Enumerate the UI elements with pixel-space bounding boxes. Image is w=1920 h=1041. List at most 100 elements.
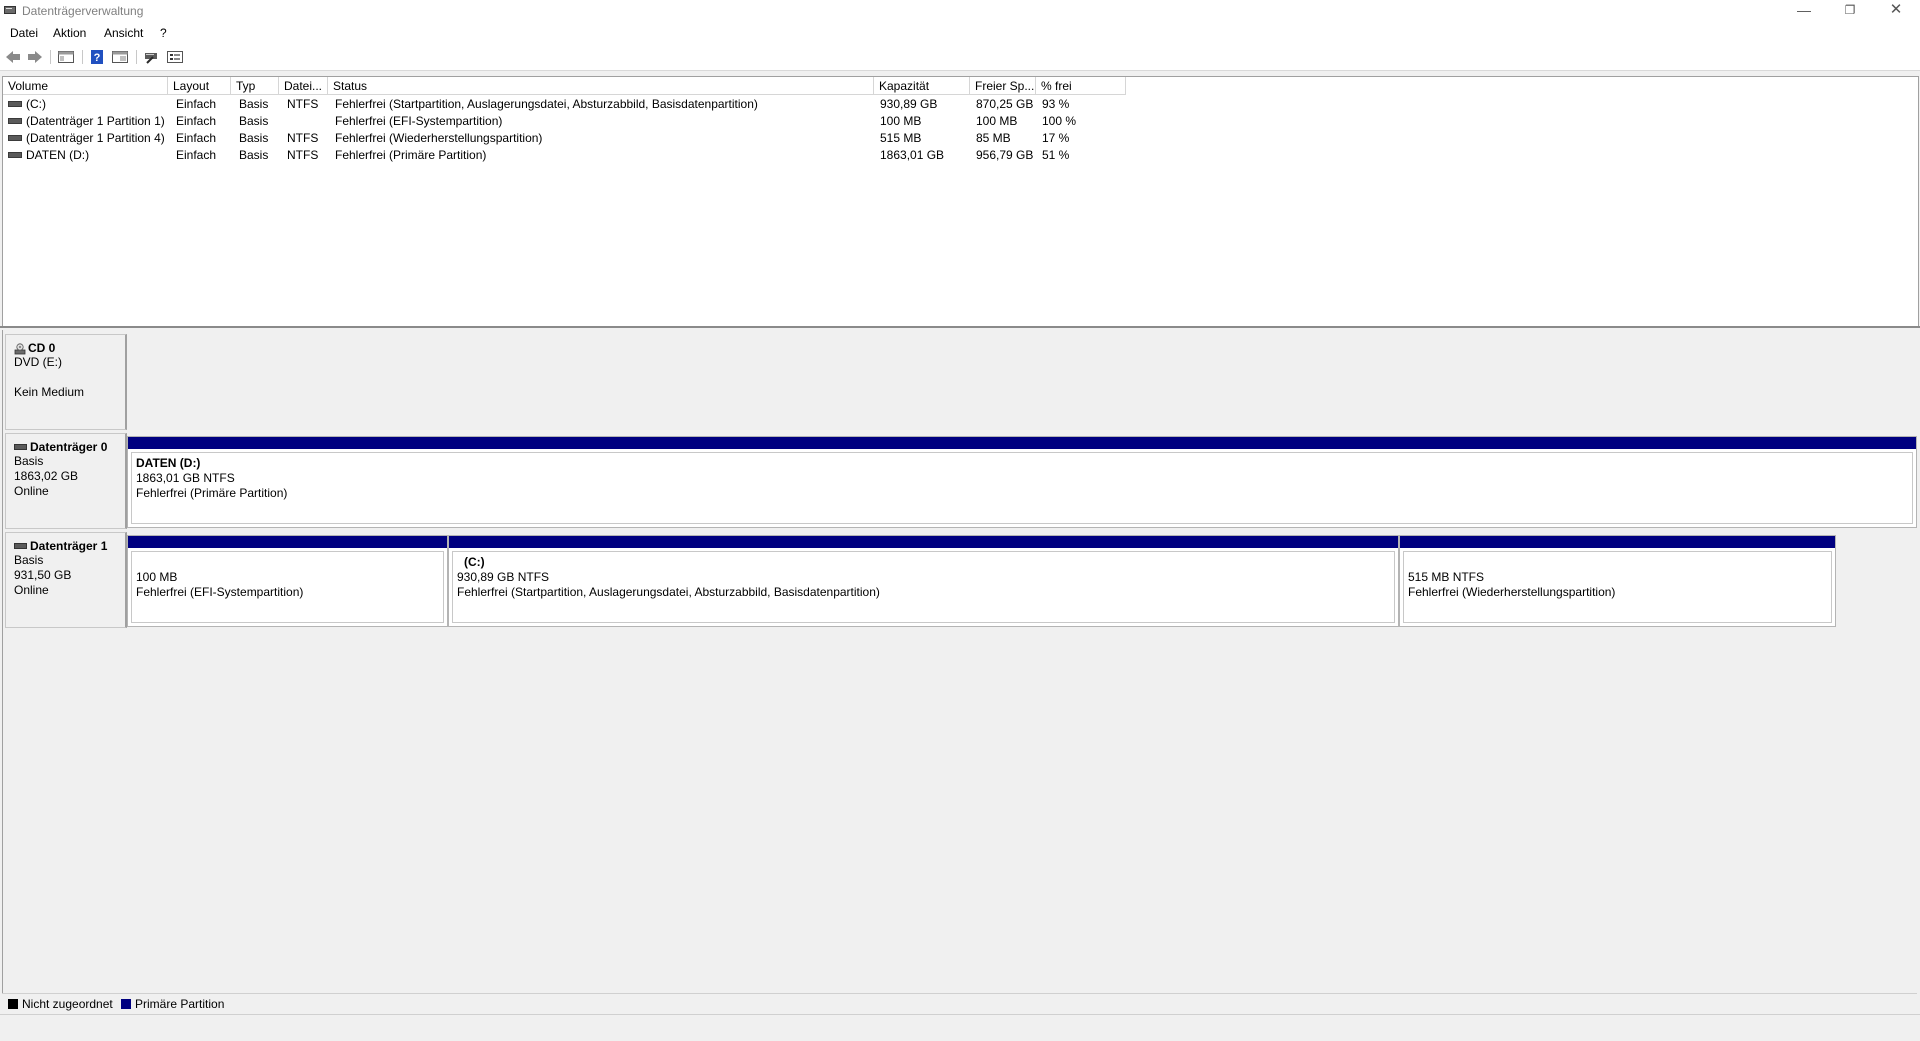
disk-name: Datenträger 0 bbox=[30, 440, 108, 454]
datei-cell: NTFS bbox=[287, 148, 319, 162]
table-row[interactable]: DATEN (D:) Einfach Basis NTFS Fehlerfrei… bbox=[3, 147, 1118, 164]
disk-label-disk1[interactable]: Datenträger 1 Basis 931,50 GB Online bbox=[5, 532, 127, 628]
partition-status: Fehlerfrei (Wiederherstellungspartition) bbox=[1408, 585, 1616, 599]
partition-recovery[interactable]: 515 MB NTFS Fehlerfrei (Wiederherstellun… bbox=[1399, 535, 1836, 627]
kapazitaet-cell: 1863,01 GB bbox=[880, 148, 945, 162]
disk-label-cd0[interactable]: CD 0 DVD (E:) Kein Medium bbox=[5, 334, 127, 430]
partition-size: 100 MB bbox=[136, 570, 178, 584]
partition-label bbox=[136, 555, 443, 570]
prozent-cell: 17 % bbox=[1042, 131, 1070, 145]
properties-icon[interactable] bbox=[111, 49, 129, 65]
kapazitaet-cell: 515 MB bbox=[880, 131, 922, 145]
frei-cell: 870,25 GB bbox=[976, 97, 1034, 111]
connect-icon[interactable] bbox=[143, 49, 161, 65]
partition-status: Fehlerfrei (EFI-Systempartition) bbox=[136, 585, 304, 599]
frei-cell: 100 MB bbox=[976, 114, 1018, 128]
hard-disk-icon bbox=[14, 542, 27, 549]
partition-label: (C:) bbox=[464, 555, 485, 569]
disk-label-disk0[interactable]: Datenträger 0 Basis 1863,02 GB Online bbox=[5, 433, 127, 529]
volume-icon bbox=[8, 117, 22, 124]
layout-cell: Einfach bbox=[176, 131, 217, 145]
close-button[interactable]: ✕ bbox=[1873, 0, 1919, 22]
disk-management-icon bbox=[4, 6, 16, 14]
column-header-layout[interactable]: Layout bbox=[168, 77, 231, 95]
settings-icon[interactable] bbox=[166, 49, 184, 65]
legend-swatch-unallocated bbox=[8, 999, 18, 1009]
menu-help[interactable]: ? bbox=[160, 26, 167, 40]
hard-disk-icon bbox=[14, 443, 27, 450]
typ-cell: Basis bbox=[239, 114, 269, 128]
primary-partition-bar bbox=[128, 536, 447, 548]
title-bar: Datenträgerverwaltung — ❐ ✕ bbox=[0, 0, 1920, 22]
column-header-freier-speicher[interactable]: Freier Sp... bbox=[970, 77, 1036, 95]
minimize-button[interactable]: — bbox=[1781, 0, 1827, 22]
disk-name: Datenträger 1 bbox=[30, 539, 108, 553]
disk-graphic-view: CD 0 DVD (E:) Kein Medium Datenträger 0 … bbox=[2, 330, 1918, 1013]
typ-cell: Basis bbox=[239, 97, 269, 111]
status-cell: Fehlerfrei (Wiederherstellungspartition) bbox=[335, 131, 543, 145]
forward-icon[interactable] bbox=[26, 49, 44, 65]
status-bar bbox=[0, 1014, 1920, 1041]
status-cell: Fehlerfrei (EFI-Systempartition) bbox=[335, 114, 503, 128]
volume-name: DATEN (D:) bbox=[26, 148, 90, 162]
menu-ansicht[interactable]: Ansicht bbox=[104, 26, 143, 40]
console-icon[interactable] bbox=[57, 49, 75, 65]
window-title: Datenträgerverwaltung bbox=[22, 4, 144, 18]
column-header-volume[interactable]: Volume bbox=[3, 77, 168, 95]
partition-size: 515 MB NTFS bbox=[1408, 570, 1485, 584]
prozent-cell: 100 % bbox=[1042, 114, 1077, 128]
disk-size: 931,50 GB bbox=[14, 568, 72, 582]
datei-cell: NTFS bbox=[287, 131, 319, 145]
cd0-media-area[interactable] bbox=[127, 334, 1917, 430]
typ-cell: Basis bbox=[239, 148, 269, 162]
partition-size: 930,89 GB NTFS bbox=[457, 570, 550, 584]
volume-name: (Datenträger 1 Partition 1) bbox=[26, 114, 165, 128]
volume-icon bbox=[8, 134, 22, 141]
frei-cell: 956,79 GB bbox=[976, 148, 1034, 162]
layout-cell: Einfach bbox=[176, 97, 217, 111]
partition-daten-d[interactable]: DATEN (D:) 1863,01 GB NTFS Fehlerfrei (P… bbox=[127, 436, 1917, 528]
column-header-typ[interactable]: Typ bbox=[231, 77, 279, 95]
svg-text:?: ? bbox=[94, 52, 101, 64]
back-icon[interactable] bbox=[4, 49, 22, 65]
kapazitaet-cell: 930,89 GB bbox=[880, 97, 938, 111]
toolbar-separator bbox=[136, 50, 137, 64]
partition-efi[interactable]: 100 MB Fehlerfrei (EFI-Systempartition) bbox=[127, 535, 448, 627]
status-cell: Fehlerfrei (Startpartition, Auslagerungs… bbox=[335, 97, 758, 111]
primary-partition-bar bbox=[449, 536, 1398, 548]
legend: Nicht zugeordnet Primäre Partition bbox=[2, 993, 1917, 1014]
partition-status: Fehlerfrei (Primäre Partition) bbox=[136, 486, 288, 500]
column-header-prozent-frei[interactable]: % frei bbox=[1036, 77, 1126, 95]
disk-name: CD 0 bbox=[28, 341, 56, 355]
primary-partition-bar bbox=[1400, 536, 1835, 548]
partition-c[interactable]: (C:) 930,89 GB NTFS Fehlerfrei (Startpar… bbox=[448, 535, 1399, 627]
volume-name: (Datenträger 1 Partition 4) bbox=[26, 131, 165, 145]
disk-type: DVD (E:) bbox=[14, 355, 62, 369]
help-icon[interactable]: ? bbox=[88, 49, 106, 65]
prozent-cell: 51 % bbox=[1042, 148, 1070, 162]
restore-button[interactable]: ❐ bbox=[1827, 0, 1873, 22]
layout-cell: Einfach bbox=[176, 114, 217, 128]
menu-datei[interactable]: Datei bbox=[10, 26, 38, 40]
table-row[interactable]: (Datenträger 1 Partition 1) Einfach Basi… bbox=[3, 113, 1118, 130]
toolbar: ? bbox=[0, 44, 1920, 71]
disk-state: Online bbox=[14, 583, 49, 597]
table-row[interactable]: (Datenträger 1 Partition 4) Einfach Basi… bbox=[3, 130, 1118, 147]
column-header-status[interactable]: Status bbox=[328, 77, 874, 95]
partition-status: Fehlerfrei (Startpartition, Auslagerungs… bbox=[457, 585, 880, 599]
pane-splitter[interactable] bbox=[0, 326, 1920, 328]
legend-label-primary: Primäre Partition bbox=[135, 997, 225, 1011]
partition-label bbox=[1408, 555, 1831, 570]
primary-partition-bar bbox=[128, 437, 1916, 449]
menu-aktion[interactable]: Aktion bbox=[53, 26, 86, 40]
column-header-kapazitaet[interactable]: Kapazität bbox=[874, 77, 970, 95]
table-row[interactable]: (C:) Einfach Basis NTFS Fehlerfrei (Star… bbox=[3, 96, 1118, 113]
volume-list[interactable]: Volume Layout Typ Datei... Status Kapazi… bbox=[2, 76, 1919, 328]
legend-label-unallocated: Nicht zugeordnet bbox=[22, 997, 113, 1011]
disk-size: 1863,02 GB bbox=[14, 469, 79, 483]
disk-state: Kein Medium bbox=[14, 385, 85, 399]
column-header-datei[interactable]: Datei... bbox=[279, 77, 328, 95]
disk-type: Basis bbox=[14, 553, 44, 567]
cd-drive-icon bbox=[14, 343, 26, 355]
volume-icon bbox=[8, 151, 22, 158]
